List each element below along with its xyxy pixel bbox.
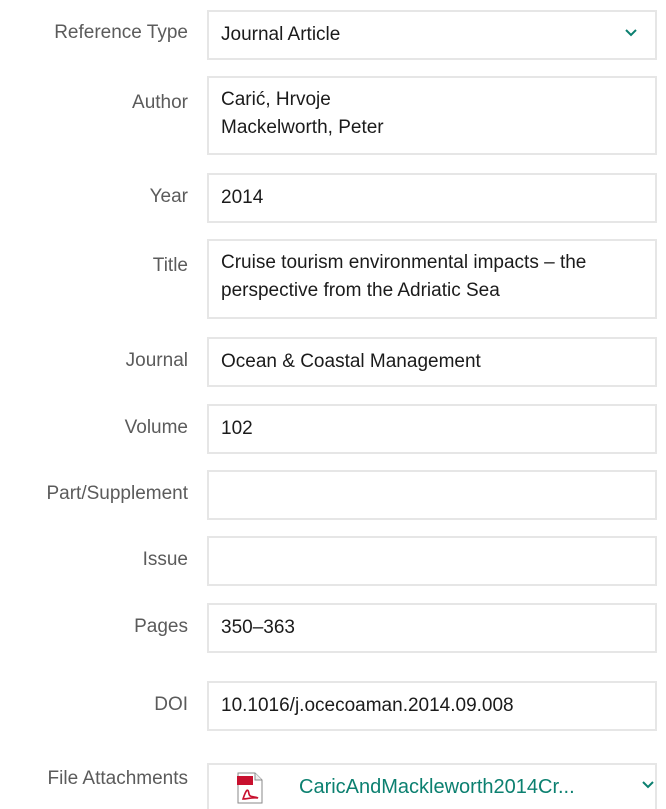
doi-field[interactable]: 10.1016/j.ocecoaman.2014.09.008 xyxy=(207,681,657,731)
reference-type-value: Journal Article xyxy=(221,24,341,45)
year-value: 2014 xyxy=(221,187,264,208)
journal-label: Journal xyxy=(125,350,188,371)
author-field[interactable]: Carić, Hrvoje Mackelworth, Peter xyxy=(207,76,657,155)
part-supplement-label: Part/Supplement xyxy=(46,483,188,504)
part-supplement-field[interactable] xyxy=(207,470,657,520)
file-attachments-label: File Attachments xyxy=(47,768,188,789)
title-line: perspective from the Adriatic Sea xyxy=(221,280,500,301)
chevron-down-icon xyxy=(625,29,637,37)
journal-value: Ocean & Coastal Management xyxy=(221,351,481,372)
author-label: Author xyxy=(132,92,188,113)
reference-type-select[interactable]: Journal Article xyxy=(207,10,657,60)
pages-label: Pages xyxy=(134,616,188,637)
volume-field[interactable]: 102 xyxy=(207,404,657,454)
author-line: Carić, Hrvoje xyxy=(221,89,331,110)
title-field[interactable]: Cruise tourism environmental impacts – t… xyxy=(207,239,657,319)
author-line: Mackelworth, Peter xyxy=(221,117,384,138)
chevron-down-icon[interactable] xyxy=(640,779,656,791)
issue-field[interactable] xyxy=(207,536,657,586)
reference-type-label: Reference Type xyxy=(54,22,188,43)
year-field[interactable]: 2014 xyxy=(207,173,657,223)
journal-field[interactable]: Ocean & Coastal Management xyxy=(207,337,657,387)
doi-value: 10.1016/j.ocecoaman.2014.09.008 xyxy=(221,695,514,716)
file-attachment-dropdown[interactable]: CaricAndMackleworth2014Cr... xyxy=(207,763,657,809)
pages-field[interactable]: 350–363 xyxy=(207,603,657,653)
doi-label: DOI xyxy=(154,694,188,715)
issue-label: Issue xyxy=(142,549,188,570)
pdf-file-icon xyxy=(237,772,263,804)
volume-label: Volume xyxy=(124,417,188,438)
pages-value: 350–363 xyxy=(221,617,295,638)
volume-value: 102 xyxy=(221,418,253,439)
title-line: Cruise tourism environmental impacts – t… xyxy=(221,252,587,273)
title-label: Title xyxy=(152,255,188,276)
attachment-file-name[interactable]: CaricAndMackleworth2014Cr... xyxy=(299,776,575,799)
year-label: Year xyxy=(149,186,188,207)
